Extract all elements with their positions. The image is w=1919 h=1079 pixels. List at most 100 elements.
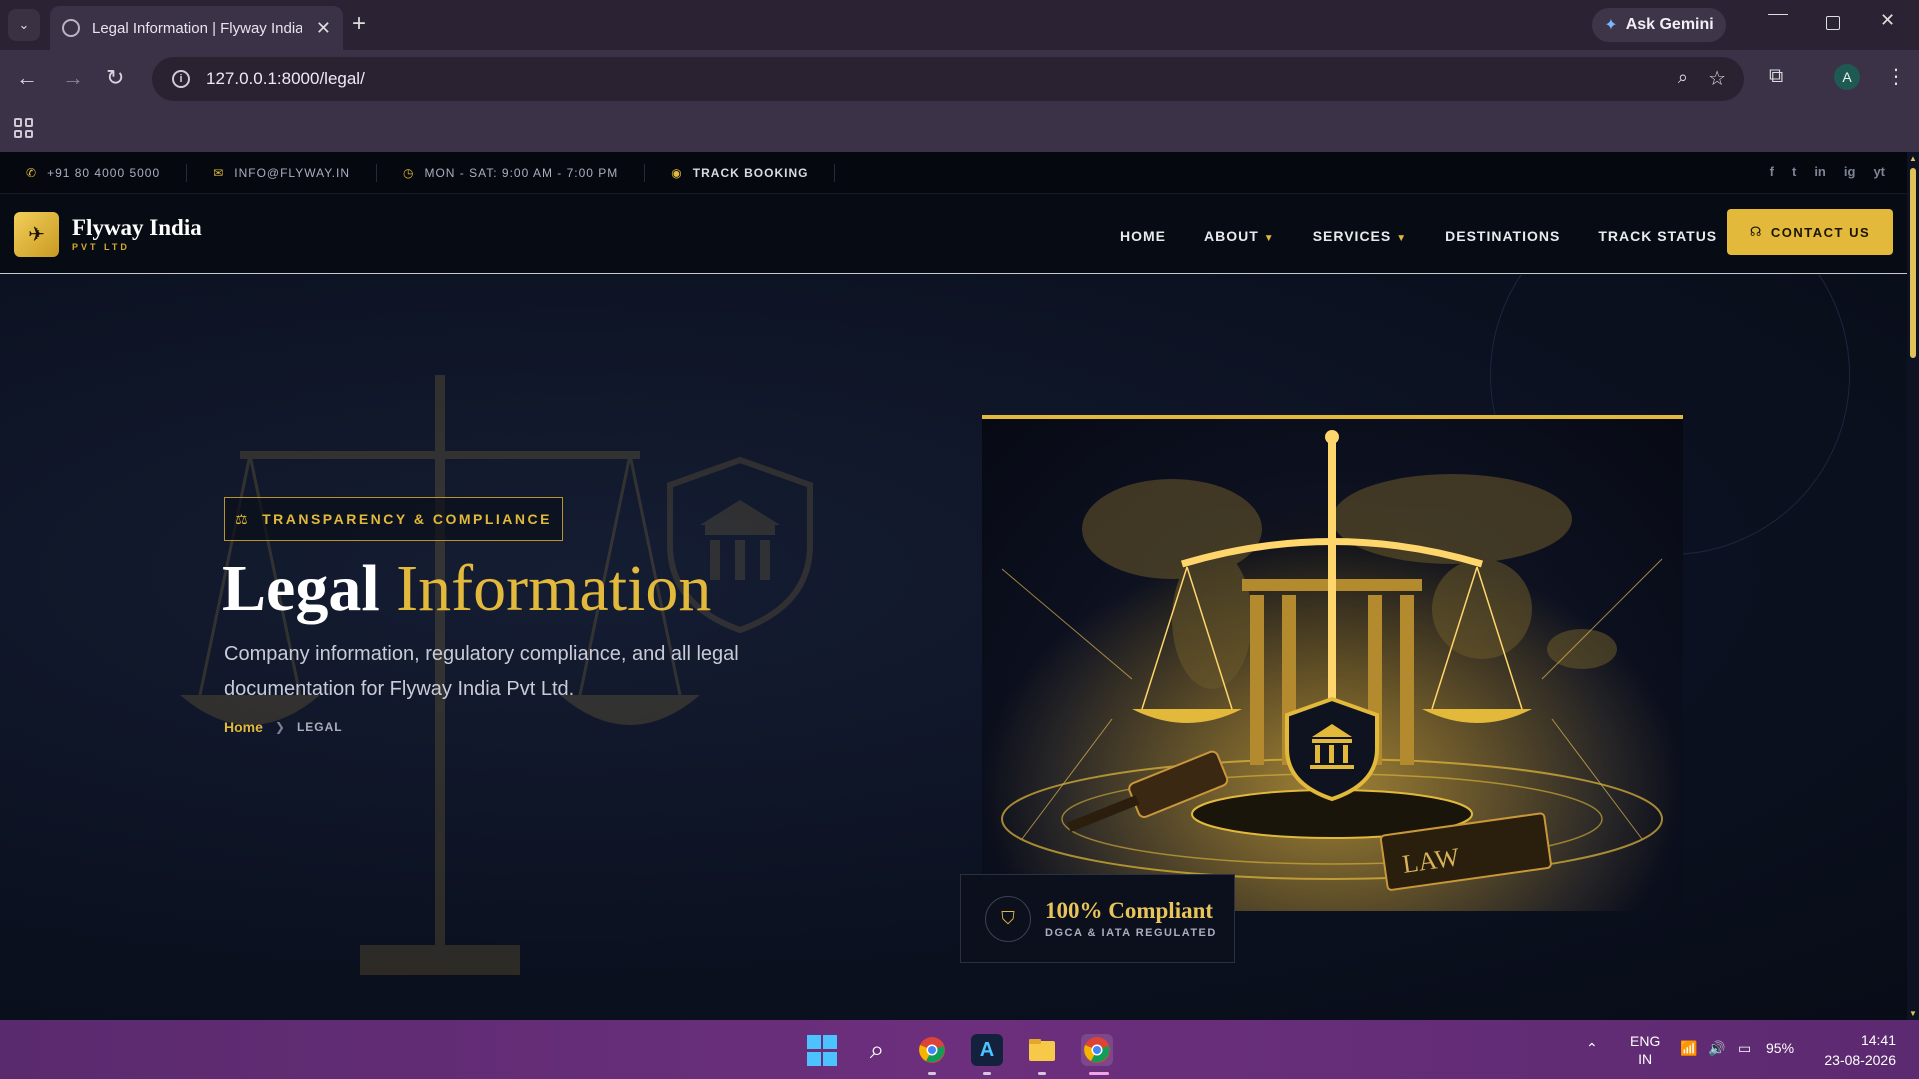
- hero-description: Company information, regulatory complian…: [224, 643, 739, 700]
- address-url[interactable]: 127.0.0.1:8000/legal/: [206, 69, 365, 89]
- brand-subtitle: PVT LTD: [72, 242, 130, 252]
- instagram-icon[interactable]: ig: [1844, 164, 1856, 179]
- chrome-profile-icon[interactable]: [1081, 1034, 1113, 1066]
- breadcrumb-home[interactable]: Home: [224, 719, 263, 735]
- topbar-hours: ◷ MON - SAT: 9:00 AM - 7:00 PM: [402, 163, 646, 182]
- balance-scale-icon: ⚖: [235, 510, 251, 527]
- nav-track-status[interactable]: TRACK STATUS: [1598, 228, 1717, 244]
- battery-percent: 95%: [1766, 1040, 1795, 1056]
- compliance-badge: ⛉ 100% Compliant DGCA & IATA REGULATED: [960, 874, 1235, 963]
- restore-icon[interactable]: [1826, 16, 1840, 30]
- nav-about-label: ABOUT: [1204, 228, 1259, 244]
- scroll-down-arrow-icon[interactable]: ▼: [1909, 1009, 1917, 1018]
- file-explorer-icon[interactable]: [1026, 1034, 1058, 1066]
- chevron-right-icon: ❯: [274, 720, 285, 734]
- site-topbar: ✆ +91 80 4000 5000 ✉ INFO@FLYWAY.IN ◷ MO…: [0, 152, 1907, 194]
- profile-avatar[interactable]: A: [1834, 64, 1860, 90]
- headset-icon: ☊: [1749, 224, 1763, 239]
- browser-menu-icon[interactable]: ⋮: [1886, 64, 1906, 89]
- phone-text: +91 80 4000 5000: [47, 165, 161, 180]
- chrome-running-indicator: [928, 1072, 936, 1075]
- page-title-part1: Legal: [222, 552, 380, 625]
- compliance-tag: ⚖ TRANSPARENCY & COMPLIANCE: [224, 497, 563, 541]
- breadcrumb-current: LEGAL: [296, 720, 343, 734]
- window-close-icon[interactable]: ✕: [1880, 10, 1895, 31]
- ask-gemini-label: Ask Gemini: [1625, 16, 1714, 33]
- nav-services-label: SERVICES: [1312, 228, 1392, 244]
- browser-toolbar: ← → ↻ i 127.0.0.1:8000/legal/ ⌕ ☆ ⧉ A ⋮: [0, 50, 1919, 108]
- clock-date: 23-08-2026: [1824, 1052, 1896, 1068]
- battery-icon[interactable]: ▭: [1738, 1040, 1751, 1057]
- globe-icon: [62, 19, 80, 37]
- browser-tab-active[interactable]: Legal Information | Flyway India ✕: [50, 6, 343, 50]
- breadcrumb: Home ❯ LEGAL: [224, 719, 343, 735]
- compass-icon: ◉: [671, 165, 683, 180]
- twitter-icon[interactable]: t: [1792, 164, 1796, 179]
- brand-name[interactable]: Flyway India: [72, 215, 202, 241]
- youtube-icon[interactable]: yt: [1873, 164, 1885, 179]
- apps-grid-icon[interactable]: [14, 118, 34, 138]
- scrollbar-thumb[interactable]: [1910, 168, 1916, 358]
- wifi-icon[interactable]: 📶: [1680, 1040, 1697, 1057]
- tab-title: Legal Information | Flyway India: [92, 19, 302, 37]
- forward-arrow-icon[interactable]: →: [62, 65, 84, 91]
- topbar-phone[interactable]: ✆ +91 80 4000 5000: [26, 163, 188, 182]
- hero-legal-illustration: LAW: [982, 415, 1683, 911]
- search-icon[interactable]: ⌕: [861, 1034, 893, 1066]
- bookmark-star-icon[interactable]: ☆: [1708, 66, 1726, 91]
- website-viewport: ✆ +91 80 4000 5000 ✉ INFO@FLYWAY.IN ◷ MO…: [0, 152, 1907, 1020]
- app-running-indicator: [983, 1072, 991, 1075]
- page-scrollbar[interactable]: ▲ ▼: [1907, 152, 1919, 1020]
- nav-about[interactable]: ABOUT ▼: [1204, 228, 1275, 244]
- clock-icon: ◷: [402, 165, 415, 180]
- clock-time: 14:41: [1860, 1032, 1896, 1048]
- phone-icon: ✆: [26, 165, 38, 180]
- reload-icon[interactable]: ↻: [106, 65, 124, 91]
- contact-us-label: CONTACT US: [1770, 224, 1871, 240]
- contact-us-button[interactable]: ☊ CONTACT US: [1727, 209, 1893, 255]
- ask-gemini-button[interactable]: ✦ Ask Gemini: [1592, 8, 1726, 42]
- page-title-part2: Information: [396, 552, 712, 625]
- topbar-email[interactable]: ✉ INFO@FLYWAY.IN: [213, 163, 377, 182]
- nav-destinations[interactable]: DESTINATIONS: [1445, 228, 1560, 244]
- new-tab-button[interactable]: +: [352, 10, 366, 38]
- page-title: Legal Information: [222, 551, 711, 627]
- email-text: INFO@FLYWAY.IN: [234, 165, 350, 180]
- site-header: ✈ Flyway India PVT LTD HOME ABOUT ▼ SERVI…: [0, 194, 1907, 274]
- windows-taskbar: ⌕ A ⌃ ENG IN 📶 🔊 ▭ 95% 14:41 23-08-2026: [0, 1020, 1919, 1079]
- chevron-down-icon: ▼: [1263, 233, 1275, 244]
- back-arrow-icon[interactable]: ←: [16, 65, 38, 91]
- app-a-icon[interactable]: A: [971, 1034, 1003, 1066]
- badge-subtitle: DGCA & IATA REGULATED: [1045, 927, 1217, 939]
- bookmarks-bar: [0, 108, 1919, 152]
- compliance-tag-label: TRANSPARENCY & COMPLIANCE: [262, 511, 552, 527]
- scroll-up-arrow-icon[interactable]: ▲: [1909, 154, 1917, 163]
- plane-logo-icon[interactable]: ✈: [14, 212, 59, 257]
- lang-region: IN: [1638, 1051, 1653, 1067]
- zoom-icon[interactable]: ⌕: [1678, 67, 1688, 88]
- address-bar[interactable]: i 127.0.0.1:8000/legal/ ⌕ ☆: [152, 57, 1744, 101]
- tab-search-chevron-icon[interactable]: ⌄: [8, 9, 40, 41]
- active-app-indicator: [1089, 1072, 1109, 1075]
- badge-title: 100% Compliant: [1045, 898, 1214, 923]
- minimize-icon[interactable]: [1768, 14, 1788, 15]
- volume-icon[interactable]: 🔊: [1708, 1040, 1725, 1057]
- nav-home[interactable]: HOME: [1120, 228, 1166, 244]
- nav-services[interactable]: SERVICES ▼: [1313, 228, 1407, 244]
- close-tab-icon[interactable]: ✕: [316, 18, 331, 39]
- mail-icon: ✉: [213, 165, 225, 180]
- extensions-puzzle-icon[interactable]: ⧉: [1769, 65, 1783, 88]
- windows-start-icon[interactable]: [806, 1034, 838, 1066]
- site-info-icon[interactable]: i: [172, 70, 190, 88]
- linkedin-icon[interactable]: in: [1814, 164, 1826, 179]
- chevron-down-icon: ▼: [1396, 233, 1408, 244]
- topbar-track-booking[interactable]: ◉ TRACK BOOKING: [671, 163, 836, 182]
- shield-icon: ⛉: [985, 895, 1031, 942]
- system-clock[interactable]: 14:41 23-08-2026: [1816, 1030, 1896, 1070]
- chrome-icon[interactable]: [916, 1034, 948, 1066]
- facebook-icon[interactable]: f: [1770, 164, 1774, 179]
- language-indicator[interactable]: ENG IN: [1630, 1032, 1660, 1068]
- justice-scales-artwork: LAW: [982, 419, 1683, 911]
- tray-chevron-up-icon[interactable]: ⌃: [1586, 1040, 1598, 1057]
- gemini-sparkle-icon: ✦: [1604, 17, 1618, 34]
